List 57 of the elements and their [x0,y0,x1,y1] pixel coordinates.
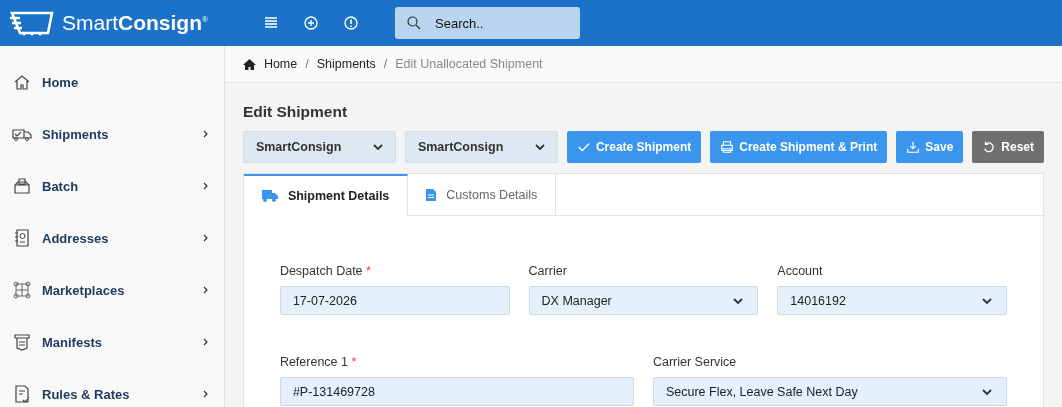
action-button[interactable]: Reset [972,131,1044,163]
caret-icon [534,144,545,150]
sidebar-item[interactable]: Shipments [42,126,193,142]
caret-icon [733,297,744,304]
document-icon [12,384,32,404]
logo-text: SmartConsign$^{®}$ [62,11,208,35]
add-icon[interactable] [304,16,318,30]
network-icon [12,280,32,300]
field-label: Despatch Date * [279,264,372,278]
field-label: Account [777,264,824,278]
printer-icon [720,140,735,154]
sidebar-item[interactable]: Addresses [42,230,193,246]
address-book-icon [12,228,32,248]
sidebar-item[interactable]: Batch [42,178,193,194]
chevron-icon[interactable] [202,338,208,346]
field-label: Carrier Service [652,355,738,369]
check-icon [576,140,591,154]
breadcrumb-link[interactable]: Home [263,57,298,71]
tab[interactable]: Customs Details [408,174,557,215]
page-title: Edit Shipment [242,103,349,121]
caret-icon [982,297,992,304]
search-field[interactable]: Search.. [395,7,580,39]
menu-icon[interactable] [264,16,278,30]
breadcrumb-separator: / [383,57,388,71]
tab[interactable]: Shipment Details [243,174,409,216]
select-field[interactable]: SmartConsign [404,131,558,163]
input-field[interactable]: 17-07-2026 [279,286,510,315]
select-field[interactable]: 14016192 [777,286,1007,315]
chevron-icon[interactable] [202,182,208,190]
box-icon [12,176,32,196]
sidebar-item[interactable]: Marketplaces [42,282,193,298]
chevron-icon[interactable] [202,390,208,398]
breadcrumb-separator: / [305,57,309,71]
chevron-icon[interactable] [202,286,208,294]
chevron-icon[interactable] [202,130,208,138]
logo-icon [10,9,56,37]
select-field[interactable]: DX Manager [528,286,759,315]
caret-icon [372,144,383,150]
caret-icon [982,388,992,395]
reset-icon [982,140,997,154]
sidebar-item[interactable]: Manifests [42,334,193,350]
select-field[interactable]: SmartConsign [242,131,396,163]
sidebar-item[interactable]: Home [42,74,208,90]
sidebar-item[interactable]: Rules & Rates [42,386,193,402]
tray-icon [12,332,32,352]
truck-icon [261,190,278,202]
field-label: Carrier [528,264,568,278]
chevron-icon[interactable] [202,234,208,242]
house-icon [242,58,256,70]
download-icon [906,140,921,154]
select-field[interactable]: Secure Flex, Leave Safe Next Day [652,377,1007,406]
document-icon [426,188,437,201]
input-field[interactable]: #P-131469728 [279,377,634,406]
search-icon [407,16,421,30]
field-label: Reference 1 * [279,355,358,369]
alert-icon[interactable] [344,16,358,30]
breadcrumb-link[interactable]: Shipments [316,57,376,71]
